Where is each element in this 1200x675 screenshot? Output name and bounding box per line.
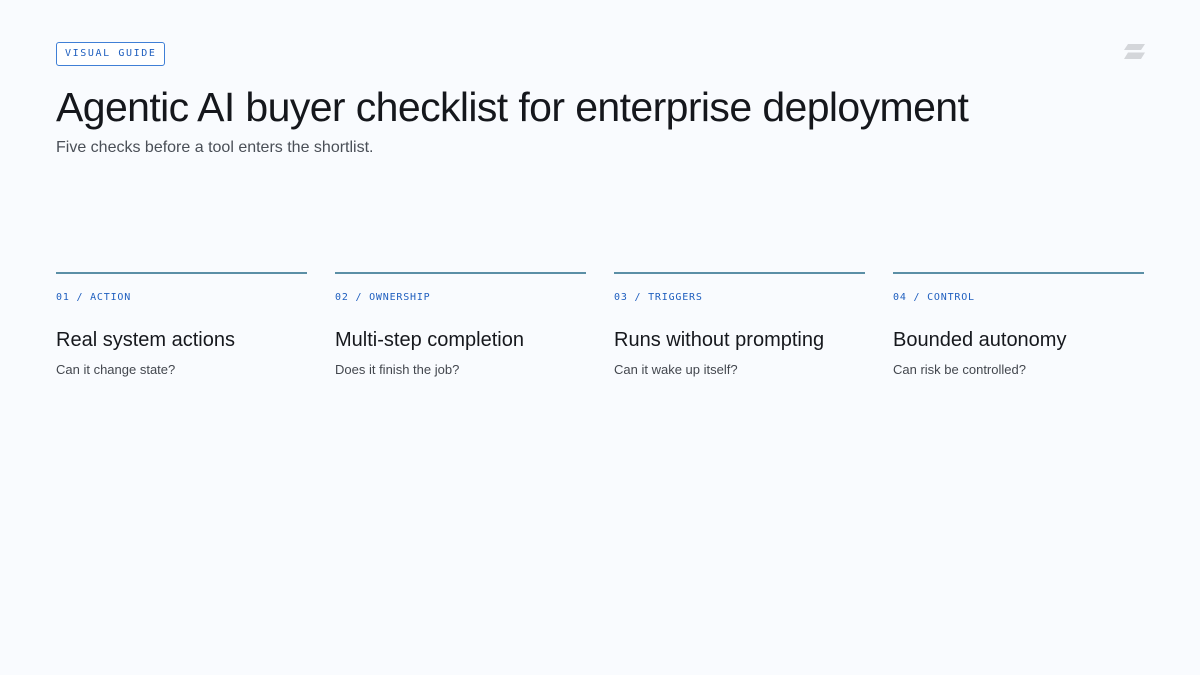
checklist-cards: 01 / ACTION Real system actions Can it c… (56, 272, 1144, 377)
card-title: Runs without prompting (614, 329, 825, 351)
card-question: Can it wake up itself? (614, 362, 738, 377)
card-title: Real system actions (56, 329, 235, 351)
card-question: Can it change state? (56, 362, 176, 377)
card-tag: 02 / OWNERSHIP (335, 292, 431, 303)
card-question: Can risk be controlled? (893, 362, 1026, 377)
card-tag: 04 / CONTROL (893, 292, 975, 303)
checklist-card-triggers: 03 / TRIGGERS Runs without prompting Can… (614, 272, 865, 377)
card-tag: 01 / ACTION (56, 292, 132, 303)
card-question: Does it finish the job? (335, 362, 460, 377)
page-subtitle: Five checks before a tool enters the sho… (56, 139, 374, 156)
checklist-card-action: 01 / ACTION Real system actions Can it c… (56, 272, 307, 377)
checklist-card-ownership: 02 / OWNERSHIP Multi-step completion Doe… (335, 272, 586, 377)
card-tag: 03 / TRIGGERS (614, 292, 703, 303)
page-title: Agentic AI buyer checklist for enterpris… (56, 84, 969, 130)
stacked-parallelogram-logo-icon (1124, 44, 1145, 59)
visual-guide-badge: VISUAL GUIDE (56, 42, 166, 66)
card-title: Bounded autonomy (893, 329, 1067, 351)
card-title: Multi-step completion (335, 329, 524, 351)
checklist-card-control: 04 / CONTROL Bounded autonomy Can risk b… (893, 272, 1144, 377)
